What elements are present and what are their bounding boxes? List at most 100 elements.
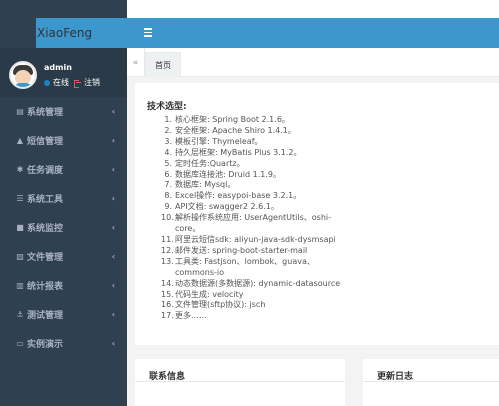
list-number: 10. <box>161 213 174 223</box>
avatar[interactable] <box>9 61 37 89</box>
list-item: 5. 定时任务:Quartz。 <box>161 159 346 170</box>
divider <box>135 381 345 382</box>
sidebar-item-monitor[interactable]: ■ 系统监控 ‹ <box>0 213 127 242</box>
list-item: 17. 更多…… <box>161 311 346 322</box>
user-name: admin <box>44 63 72 72</box>
sidebar: XiaoFeng admin 在线 注销 ▤ 系统管理 ‹ ▲ 短信管理 ‹ ✱… <box>0 0 127 406</box>
sidebar-item-system[interactable]: ▤ 系统管理 ‹ <box>0 97 127 126</box>
list-number: 6. <box>164 169 172 179</box>
list-item-text: 代码生成: velocity <box>175 289 244 299</box>
list-number: 14. <box>161 278 174 288</box>
hamburger-menu-icon[interactable] <box>144 28 152 37</box>
top-navbar <box>127 18 499 48</box>
sidebar-item-label: 测试管理 <box>27 311 64 321</box>
sidebar-item-reports[interactable]: ▥ 统计报表 ‹ <box>0 271 127 300</box>
user-profile: admin 在线 注销 <box>0 48 127 97</box>
avatar-shirt <box>14 83 32 87</box>
list-number: 11. <box>161 234 174 244</box>
sidebar-item-tools[interactable]: ☰ 系统工具 ‹ <box>0 184 127 213</box>
sidebar-item-sms[interactable]: ▲ 短信管理 ‹ <box>0 126 127 155</box>
list-item-text: API文档: swagger2 2.6.1。 <box>175 202 279 212</box>
bar-chart-icon: ▥ <box>16 280 24 290</box>
asterisk-icon: ✱ <box>16 164 24 174</box>
logout-icon[interactable] <box>74 79 81 88</box>
sidebar-item-demo[interactable]: ▭ 实例演示 ‹ <box>0 329 127 358</box>
list-item-text: 阿里云短信sdk: aliyun-java-sdk-dysmsapi <box>175 234 336 244</box>
sidebar-item-label: 统计报表 <box>27 282 64 292</box>
list-item-text: 核心框架: Spring Boot 2.1.6。 <box>175 115 290 124</box>
logout-link[interactable]: 注销 <box>84 77 100 88</box>
tab-scroll-left-icon[interactable]: « <box>127 48 145 77</box>
tab-home[interactable]: 首页 <box>145 52 181 77</box>
chevron-left-icon: ‹ <box>111 281 115 290</box>
list-item-text: 模板引擎: Thymeleaf。 <box>175 136 263 146</box>
list-item-text: 邮件发送: spring-boot-starter-mail <box>175 245 308 255</box>
list-number: 13. <box>161 256 174 266</box>
list-number: 2. <box>164 125 172 135</box>
sidebar-item-label: 短信管理 <box>27 137 64 147</box>
hamburger-line <box>144 35 152 37</box>
list-number: 15. <box>161 289 174 299</box>
online-label: 在线 <box>53 78 69 87</box>
list-item: 2. 安全框架: Apache Shiro 1.4.1。 <box>161 126 346 137</box>
sidebar-item-label: 系统工具 <box>27 195 64 205</box>
list-number: 7. <box>164 180 172 190</box>
list-number: 3. <box>164 136 172 146</box>
list-item-text: 解析操作系统应用: UserAgentUtils、oshi-core。 <box>175 213 331 234</box>
list-icon: ☰ <box>16 193 24 203</box>
chevron-left-icon: ‹ <box>111 223 115 232</box>
sidebar-item-files[interactable]: ▧ 文件管理 ‹ <box>0 242 127 271</box>
sidebar-item-testing[interactable]: ⚓ 测试管理 ‹ <box>0 300 127 329</box>
chevron-left-icon: ‹ <box>111 310 115 319</box>
sidebar-menu: ▤ 系统管理 ‹ ▲ 短信管理 ‹ ✱ 任务调度 ‹ ☰ 系统工具 ‹ ■ 系统… <box>0 97 127 358</box>
list-item: 11. 阿里云短信sdk: aliyun-java-sdk-dysmsapi <box>161 235 346 246</box>
list-item: 7. 数据库: Mysql。 <box>161 180 346 191</box>
main-content: 技术选型: 1. 核心框架: Spring Boot 2.1.6。 2. 安全框架:… <box>127 77 499 406</box>
changelog-card: 更新日志 <box>363 359 499 406</box>
sidebar-item-scheduler[interactable]: ✱ 任务调度 ‹ <box>0 155 127 184</box>
list-item: 4. 持久层框架: MyBatis Plus 3.1.2。 <box>161 148 346 159</box>
list-item-text: 数据库连接池: Druid 1.1.9。 <box>175 169 281 179</box>
list-item-text: 文件管理(sftp协议): jsch <box>175 300 266 310</box>
chevron-left-icon: ‹ <box>111 252 115 261</box>
sidebar-item-label: 任务调度 <box>27 166 64 176</box>
list-item: 8. Excel操作: easypoi-base 3.2.1。 <box>161 191 346 202</box>
list-item: 3. 模板引擎: Thymeleaf。 <box>161 137 346 148</box>
list-number: 16. <box>161 300 174 310</box>
list-item: 16. 文件管理(sftp协议): jsch <box>161 300 346 311</box>
list-item: 13. 工具类: Fastjson、lombok、guava、commons-io <box>161 257 346 279</box>
list-item-text: 持久层框架: MyBatis Plus 3.1.2。 <box>175 147 302 157</box>
app-logo[interactable]: XiaoFeng <box>36 18 127 48</box>
hamburger-line <box>144 28 152 30</box>
divider <box>363 381 499 382</box>
doc-icon: ▤ <box>16 106 24 116</box>
list-item-text: 动态数据源(多数据源): dynamic-datasource <box>175 278 341 288</box>
chevron-left-icon: ‹ <box>111 194 115 203</box>
section-title: 技术选型: <box>147 102 187 112</box>
list-item-text: 安全框架: Apache Shiro 1.4.1。 <box>175 125 296 135</box>
list-item: 1. 核心框架: Spring Boot 2.1.6。 <box>161 115 346 126</box>
chevron-left-icon: ‹ <box>111 107 115 116</box>
top-spacer <box>127 0 499 18</box>
anchor-icon: ⚓ <box>16 309 24 319</box>
list-item-text: 定时任务:Quartz。 <box>175 158 245 168</box>
list-item: 14. 动态数据源(多数据源): dynamic-datasource <box>161 279 346 290</box>
tab-bar: « 首页 <box>127 48 499 77</box>
bell-icon: ▲ <box>16 135 24 145</box>
sidebar-item-label: 系统管理 <box>27 108 64 118</box>
chevron-left-icon: ‹ <box>111 165 115 174</box>
list-item-text: 更多…… <box>175 311 207 321</box>
tech-list: 1. 核心框架: Spring Boot 2.1.6。 2. 安全框架: Apach… <box>161 115 346 322</box>
file-icon: ▧ <box>16 251 24 261</box>
list-item-text: 数据库: Mysql。 <box>175 180 236 190</box>
sidebar-item-label: 实例演示 <box>27 340 64 350</box>
list-item: 10. 解析操作系统应用: UserAgentUtils、oshi-core。 <box>161 213 346 235</box>
video-icon: ■ <box>16 222 24 232</box>
list-number: 1. <box>164 115 172 124</box>
desktop-icon: ▭ <box>16 338 24 348</box>
list-item: 15. 代码生成: velocity <box>161 290 346 301</box>
list-number: 8. <box>164 191 172 201</box>
tech-stack-panel: 技术选型: 1. 核心框架: Spring Boot 2.1.6。 2. 安全框架:… <box>135 83 499 345</box>
list-number: 17. <box>161 311 174 321</box>
list-number: 4. <box>164 147 172 157</box>
